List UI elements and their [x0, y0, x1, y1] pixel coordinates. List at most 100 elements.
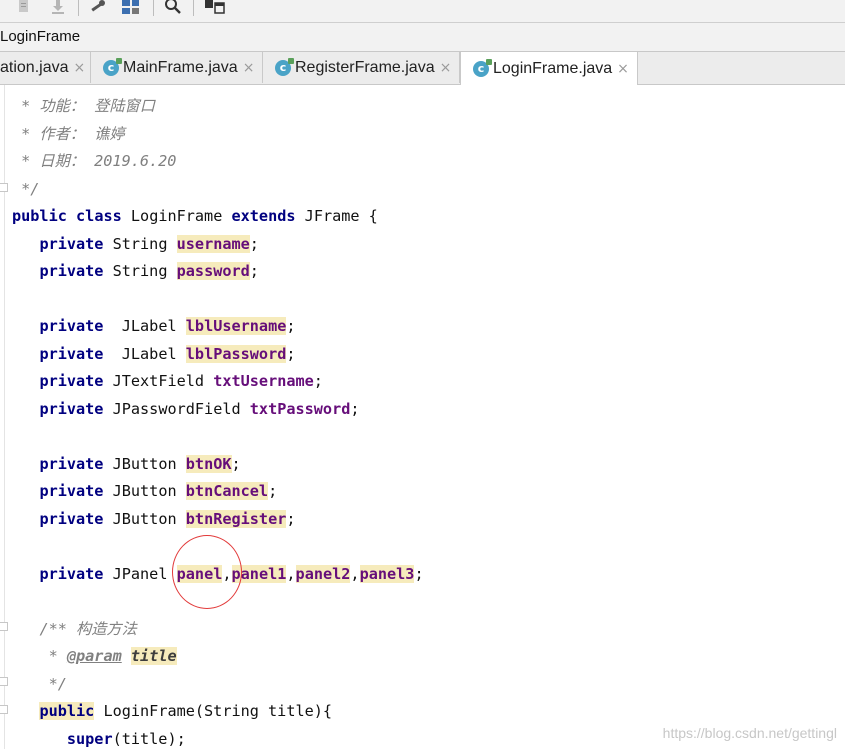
type-name: JLabel — [112, 317, 177, 335]
punct: ; — [313, 372, 323, 390]
code-line-field: private JButton btnOK; — [12, 451, 241, 477]
code-line-field: private JButton btnCancel; — [12, 478, 277, 504]
code-line-field: private String username; — [12, 231, 259, 257]
tab-label: ation.java — [0, 58, 69, 76]
close-icon[interactable]: × — [74, 60, 86, 76]
punct: ; — [286, 510, 296, 528]
keyword: private — [39, 317, 104, 335]
wrench-icon[interactable] — [89, 0, 107, 14]
keyword: super — [66, 730, 113, 748]
punct: ; — [231, 455, 241, 473]
code-line-field: private JLabel lblUsername; — [12, 313, 296, 339]
javadoc-line: * @param title — [12, 643, 177, 669]
javadoc-text: /** 构造方法 — [39, 620, 137, 638]
code-line: * 作者： 谯婷 — [12, 125, 125, 143]
punct: ; — [350, 400, 360, 418]
javadoc-param: title — [130, 647, 177, 665]
keyword: private — [39, 400, 104, 418]
fold-marker-icon[interactable] — [0, 677, 8, 686]
toolbar — [0, 0, 845, 23]
keyword: class — [76, 207, 122, 225]
field-lblusername: lblUsername — [185, 317, 287, 335]
type-name: JButton — [112, 510, 177, 528]
field-lblpassword: lblPassword — [185, 345, 287, 363]
tab-mainframe[interactable]: c MainFrame.java × — [91, 52, 263, 83]
toolbar-separator — [153, 0, 154, 16]
type-name: JButton — [112, 455, 177, 473]
code-line-super: super(title); — [12, 726, 186, 749]
tab-label: LoginFrame.java — [493, 59, 613, 77]
code-line-field: private JButton btnRegister; — [12, 506, 296, 532]
keyword: private — [39, 372, 104, 390]
toolbar-separator — [193, 0, 194, 16]
keyword: public — [12, 207, 67, 225]
keyword: private — [39, 455, 104, 473]
fold-marker-icon[interactable] — [0, 705, 8, 714]
keyword: private — [39, 262, 104, 280]
punct: ; — [268, 482, 278, 500]
editor-tab-bar: ation.java × c MainFrame.java × c Regist… — [0, 52, 845, 85]
punct: ; — [414, 565, 424, 583]
javadoc-tag: @param — [66, 647, 122, 665]
fold-marker-icon[interactable] — [0, 183, 8, 192]
javadoc-text: * — [39, 647, 67, 665]
annotation-circle — [172, 535, 242, 609]
field-txtusername: txtUsername — [213, 372, 314, 390]
fold-marker-icon[interactable] — [0, 622, 8, 631]
project-structure-icon[interactable] — [121, 0, 141, 14]
javadoc-line: */ — [12, 671, 67, 697]
code-line: * 功能： 登陆窗口 — [12, 97, 155, 115]
tab-label: MainFrame.java — [123, 58, 238, 76]
class-name: LoginFrame — [130, 207, 223, 225]
superclass: JFrame { — [304, 207, 378, 225]
search-icon[interactable] — [163, 0, 183, 14]
keyword: private — [39, 510, 104, 528]
close-icon[interactable]: × — [617, 61, 629, 77]
field-panel3: panel3 — [359, 565, 415, 583]
tab-application[interactable]: ation.java × — [0, 52, 91, 83]
punct: , — [286, 565, 296, 583]
javadoc-line: /** 构造方法 — [12, 616, 137, 642]
field-btncancel: btnCancel — [185, 482, 269, 500]
breadcrumb[interactable]: LoginFrame — [0, 23, 845, 52]
field-password: password — [176, 262, 250, 280]
punct: ; — [286, 345, 296, 363]
punct: , — [350, 565, 360, 583]
type-name: JPanel — [112, 565, 168, 583]
type-name: String — [112, 235, 168, 253]
keyword: private — [39, 482, 104, 500]
type-name: JTextField — [112, 372, 205, 390]
javadoc-text: */ — [39, 675, 67, 693]
code-editor[interactable]: * 功能： 登陆窗口 * 作者： 谯婷 * 日期： 2019.6.20 */ p… — [0, 85, 845, 749]
close-icon[interactable]: × — [440, 60, 452, 76]
download-icon[interactable] — [50, 0, 66, 14]
super-args: (title); — [112, 730, 186, 748]
code-line-field: private JTextField txtUsername; — [12, 368, 323, 394]
field-panel2: panel2 — [295, 565, 351, 583]
keyword: extends — [231, 207, 296, 225]
punct: ; — [286, 317, 296, 335]
constructor-signature: LoginFrame(String title){ — [94, 702, 333, 720]
code-line-field: private JPasswordField txtPassword; — [12, 396, 360, 422]
tab-registerframe[interactable]: c RegisterFrame.java × — [263, 52, 460, 83]
type-name: JPasswordField — [112, 400, 241, 418]
window-icon[interactable] — [204, 0, 226, 14]
breadcrumb-item-loginframe[interactable]: LoginFrame — [0, 28, 80, 45]
punct: ; — [249, 262, 259, 280]
document-icon[interactable] — [16, 0, 32, 14]
close-icon[interactable]: × — [243, 60, 255, 76]
tab-label: RegisterFrame.java — [295, 58, 435, 76]
code-line-constructor: public LoginFrame(String title){ — [12, 698, 332, 724]
java-class-icon: c — [275, 57, 294, 76]
code-line-field: private JLabel lblPassword; — [12, 341, 296, 367]
field-btnregister: btnRegister — [185, 510, 287, 528]
java-class-icon: c — [473, 58, 492, 77]
field-btnok: btnOK — [185, 455, 232, 473]
keyword: private — [39, 345, 104, 363]
field-username: username — [176, 235, 250, 253]
keyword: private — [39, 235, 104, 253]
type-name: JButton — [112, 482, 177, 500]
tab-loginframe[interactable]: c LoginFrame.java × — [460, 52, 638, 85]
code-line: * 日期： 2019.6.20 — [12, 152, 177, 170]
field-txtpassword: txtPassword — [249, 400, 351, 418]
